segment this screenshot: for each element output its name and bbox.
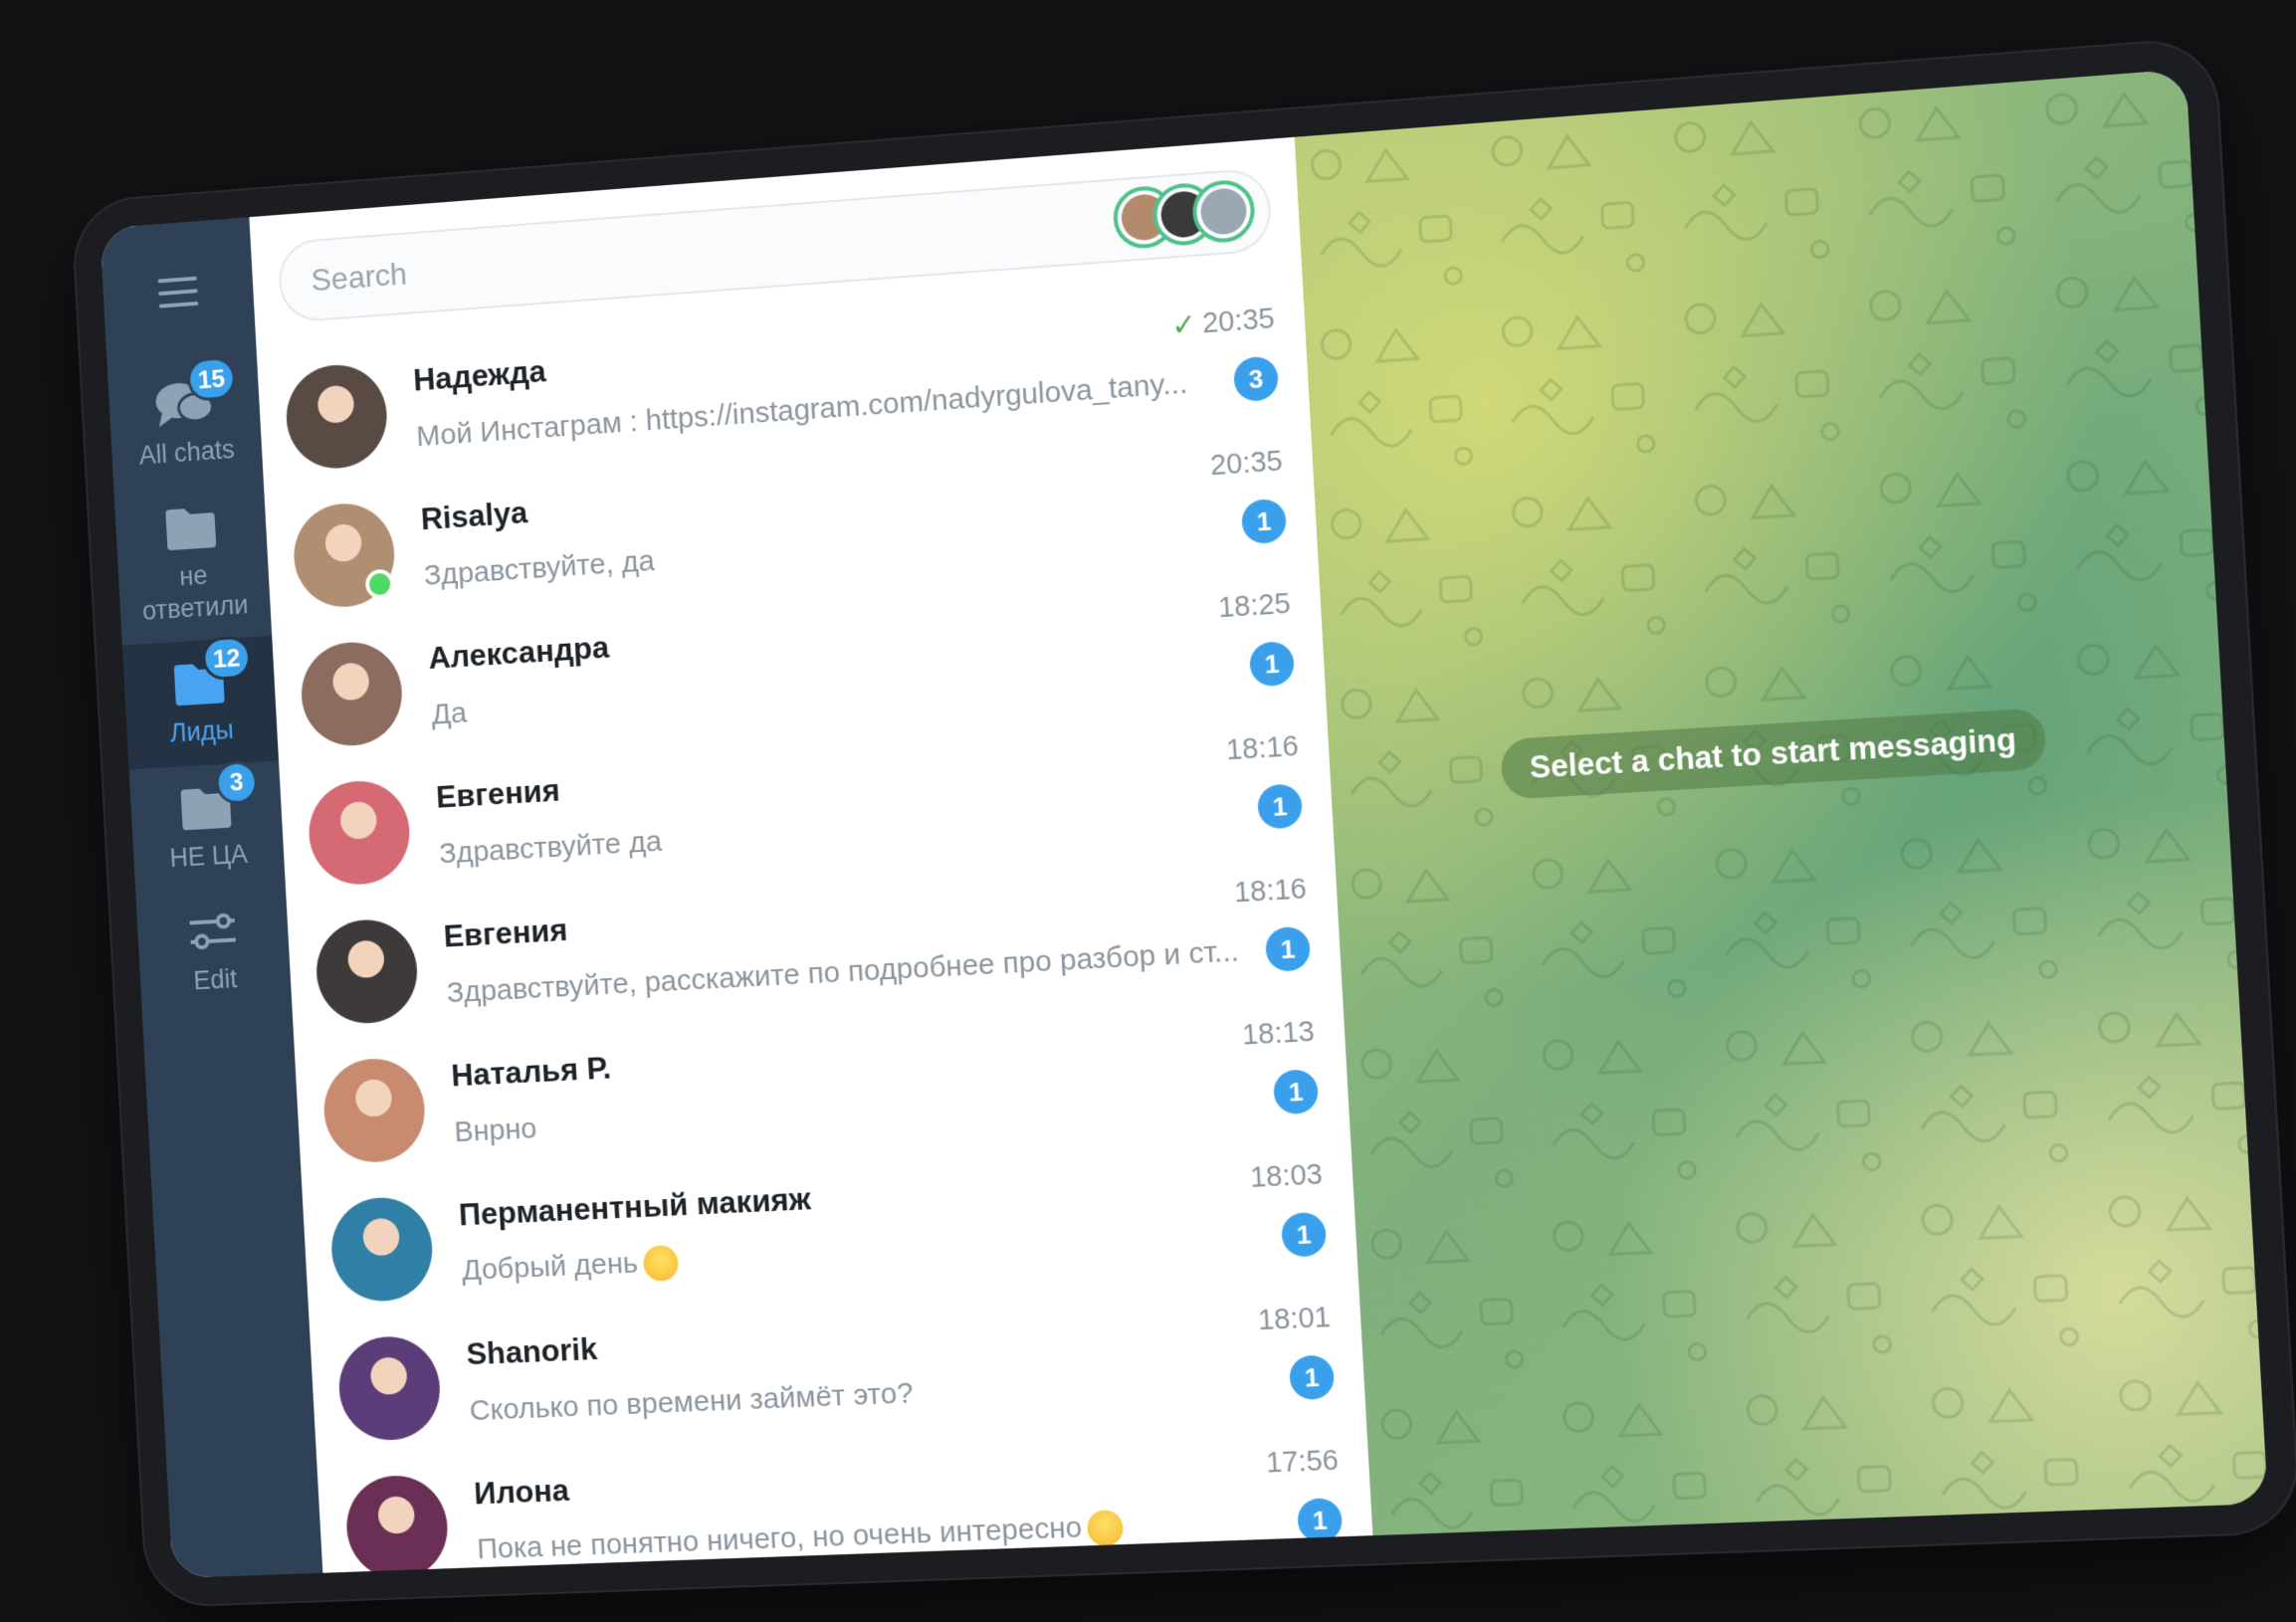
avatar — [328, 1194, 435, 1304]
chat-time: ✓ 20:35 — [1170, 302, 1276, 343]
menu-icon[interactable] — [146, 259, 209, 324]
stories-strip[interactable] — [1112, 178, 1257, 251]
chat-name: Наталья Р. — [450, 1049, 612, 1094]
unread-badge: 1 — [1288, 1354, 1336, 1401]
unread-badge: 1 — [1248, 640, 1296, 688]
chat-preview: Добрый день — [461, 1244, 680, 1290]
folder-label: Edit — [192, 963, 239, 996]
chat-preview-text: Здравствуйте, да — [423, 544, 656, 592]
chat-preview: Сколько по времени займёт это? — [469, 1377, 914, 1429]
unread-badge: 1 — [1256, 783, 1304, 830]
chat-row-bottom: Пока не понятно ничего, но очень интерес… — [476, 1497, 1344, 1572]
telegram-window: 15 All chats не ответили 12 Лиды 3 НЕ ЦА… — [100, 69, 2268, 1579]
avatar — [291, 500, 397, 610]
chat-time-text: 18:25 — [1217, 587, 1292, 625]
folder-edit[interactable]: Edit — [135, 885, 292, 1017]
chat-preview-text: Внрно — [453, 1112, 538, 1149]
folder-label: Лиды — [169, 714, 235, 748]
chat-area: Select a chat to start messaging — [1294, 69, 2268, 1536]
tablet-frame: 15 All chats не ответили 12 Лиды 3 НЕ ЦА… — [70, 35, 2296, 1609]
chats-icon: 15 — [153, 355, 237, 432]
folder-ne-tsa[interactable]: 3 НЕ ЦА — [129, 759, 286, 893]
chat-row-body: Евгения 18:16 Здравствуйте да 1 — [435, 728, 1304, 876]
chat-time: 18:13 — [1241, 1016, 1316, 1053]
chat-preview-text: Да — [430, 697, 468, 731]
folder-label: не ответили — [141, 560, 250, 626]
chat-preview-text: Здравствуйте да — [438, 825, 663, 871]
chat-time: 20:35 — [1209, 445, 1283, 483]
unread-badge: 1 — [1264, 925, 1312, 973]
folder-icon — [159, 501, 222, 554]
chat-time: 18:03 — [1249, 1158, 1324, 1194]
online-indicator — [364, 567, 395, 600]
chat-time: 18:16 — [1233, 873, 1308, 910]
chat-name: Risalya — [419, 494, 528, 537]
folder-unread-badge: 3 — [214, 759, 259, 805]
chat-time-text: 20:35 — [1201, 303, 1276, 340]
unread-badge: 1 — [1272, 1069, 1320, 1115]
chat-preview: Да — [431, 697, 468, 731]
chat-rows: Надежда ✓ 20:35 Мой Инстаграм : https://… — [257, 277, 1373, 1573]
chat-preview: Здравствуйте, да — [423, 544, 655, 592]
chat-name: Надежда — [412, 352, 547, 398]
chat-preview-text: Сколько по времени займёт это? — [468, 1376, 915, 1428]
read-check-icon: ✓ — [1170, 307, 1198, 343]
chat-row-body: Перманентный макияж 18:03 Добрый день 1 — [458, 1156, 1328, 1294]
chat-time-text: 18:16 — [1233, 873, 1308, 910]
avatar — [284, 361, 390, 472]
chat-row-body: Илона 17:56 Пока не понятно ничего, но о… — [473, 1443, 1344, 1572]
sliders-icon — [181, 905, 244, 958]
folder-icon: 12 — [168, 635, 252, 710]
folder-lidy[interactable]: 12 Лиды — [121, 635, 280, 770]
chat-name: Shanorik — [465, 1330, 598, 1372]
chat-row-body: Shanorik 18:01 Сколько по времени займёт… — [466, 1300, 1336, 1433]
folder-icon: 3 — [175, 759, 259, 834]
chat-preview-text: Пока не понятно ничего, но очень интерес… — [476, 1511, 1083, 1566]
chat-time: 18:25 — [1217, 588, 1291, 626]
avatar — [343, 1473, 451, 1573]
search-input[interactable] — [308, 211, 980, 300]
chat-preview: Внрно — [454, 1113, 538, 1149]
chat-time: 18:16 — [1225, 730, 1300, 767]
chat-row-body: Наталья Р. 18:13 Внрно 1 — [450, 1014, 1320, 1154]
chat-preview-text: Добрый день — [461, 1246, 639, 1288]
chat-time-text: 18:01 — [1257, 1302, 1332, 1337]
chat-name: Евгения — [435, 772, 561, 815]
folder-ne-otvetili[interactable]: не ответили — [113, 481, 272, 646]
emoji-icon — [642, 1244, 680, 1282]
chat-name: Перманентный макияж — [458, 1180, 812, 1233]
chat-list-panel: Надежда ✓ 20:35 Мой Инстаграм : https://… — [249, 136, 1373, 1573]
chat-time-text: 18:16 — [1225, 730, 1300, 767]
chat-time: 18:01 — [1257, 1302, 1332, 1337]
chat-time-text: 18:13 — [1241, 1015, 1316, 1052]
chat-time-text: 17:56 — [1265, 1444, 1340, 1480]
unread-badge: 1 — [1296, 1497, 1344, 1543]
folder-all-chats[interactable]: 15 All chats — [107, 355, 264, 491]
chat-time-text: 20:35 — [1209, 445, 1284, 483]
folder-label: НЕ ЦА — [168, 838, 249, 873]
avatar — [313, 916, 420, 1026]
avatar — [299, 639, 405, 748]
folder-unread-badge: 15 — [186, 355, 237, 402]
unread-badge: 1 — [1280, 1211, 1328, 1258]
chat-time-text: 18:03 — [1249, 1158, 1324, 1194]
chat-name: Евгения — [442, 912, 569, 954]
avatar — [320, 1056, 428, 1164]
folder-label: All chats — [137, 434, 236, 471]
emoji-icon — [1087, 1510, 1125, 1547]
chat-preview: Пока не понятно ничего, но очень интерес… — [477, 1510, 1125, 1568]
folder-unread-badge: 12 — [201, 635, 252, 682]
avatar — [336, 1333, 443, 1442]
unread-badge: 3 — [1232, 355, 1280, 403]
chat-name: Александра — [427, 629, 610, 676]
unread-badge: 1 — [1240, 498, 1288, 545]
chat-preview: Здравствуйте да — [438, 825, 662, 871]
wallpaper-pattern — [1294, 69, 2268, 1536]
chat-name: Илона — [473, 1472, 570, 1512]
avatar — [306, 777, 413, 887]
chat-time: 17:56 — [1265, 1445, 1340, 1481]
chat-row-body: Евгения 18:16 Здравствуйте, расскажите п… — [443, 871, 1312, 1015]
